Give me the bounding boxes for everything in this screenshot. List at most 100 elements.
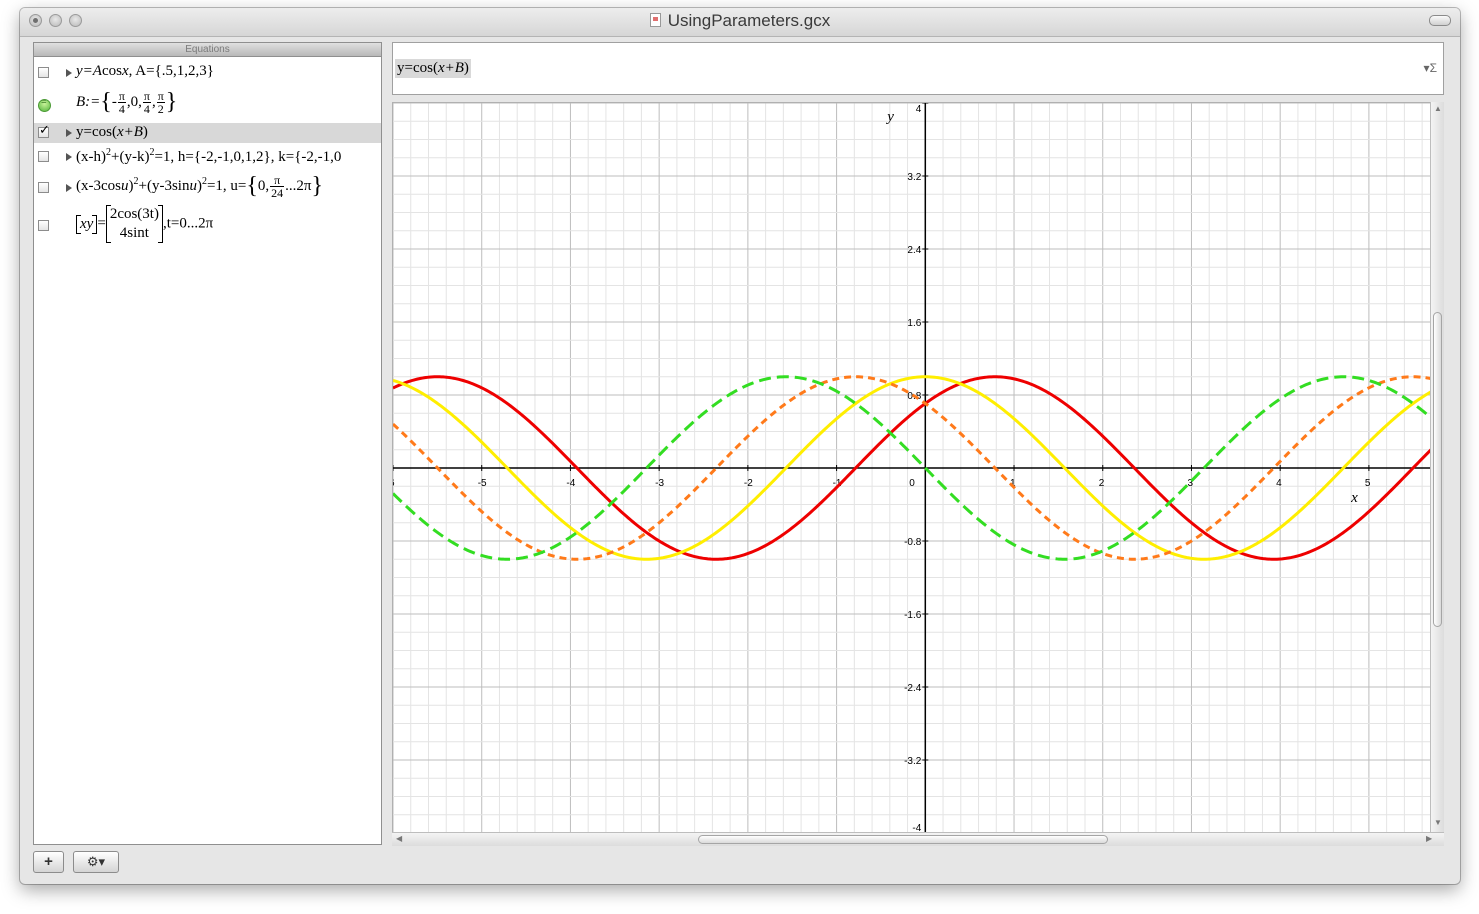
sigma-label: Σ <box>1429 61 1437 75</box>
equation-row-6[interactable]: xy = 2cos(3t) 4sint ,t=0...2π <box>34 205 381 249</box>
y-tick-label: -1.6 <box>904 610 922 621</box>
right-brace: } <box>311 173 324 199</box>
equation-1-checkbox[interactable] <box>38 67 49 78</box>
x-tick-label: 2 <box>1099 478 1105 489</box>
eq5-range: ...2π <box>285 177 312 194</box>
eq5-part-a: (x-3cos <box>76 177 121 194</box>
fraction-1: π4 <box>117 90 126 116</box>
equals-sign: = <box>97 215 106 232</box>
scroll-right-arrow-icon[interactable]: ▶ <box>1426 834 1432 843</box>
equations-panel: Equations y=Acosx, A={.5,1,2,3} B:={-π4,… <box>33 42 382 845</box>
eq5-part-b: +(y-3sin <box>138 177 190 194</box>
eq4-part-c: =1, h={-2,-1,0,1,2}, k={-2,-1,0 <box>154 149 342 165</box>
disclosure-triangle-icon[interactable] <box>66 69 72 77</box>
x-tick-label: 5 <box>1365 478 1371 489</box>
equation-4-text[interactable]: (x-h)2+(y-k)2=1, h={-2,-1,0,1,2}, k={-2,… <box>76 147 341 166</box>
equation-6-checkbox[interactable] <box>38 220 49 231</box>
equation-5-checkbox[interactable] <box>38 182 49 193</box>
matrix-right: 2cos(3t) 4sint <box>105 205 163 243</box>
scroll-up-arrow-icon[interactable]: ▲ <box>1434 104 1442 113</box>
x-tick-label: 4 <box>1276 478 1282 489</box>
equation-6-text[interactable]: xy = 2cos(3t) 4sint ,t=0...2π <box>76 205 213 243</box>
eq1-part-b: cos <box>101 63 122 79</box>
equation-3-checkbox[interactable] <box>38 123 50 138</box>
y-tick-label: -0.8 <box>904 537 922 548</box>
parameter-row-B[interactable]: B:={-π4,0,π4,π2} <box>34 85 381 121</box>
eq5-part-c: =1, u= <box>206 177 247 194</box>
input-eq-var: x+B <box>437 60 464 76</box>
horizontal-scroll-thumb[interactable] <box>698 835 1108 844</box>
graph-canvas[interactable]: 6-5-4-3-2-101234543.22.41.60.8-0.8-1.6-2… <box>392 102 1444 845</box>
y-tick-label: 2.4 <box>907 245 921 256</box>
input-eq-suffix: ) <box>463 60 469 76</box>
vertical-scrollbar[interactable]: ▲ ▼ <box>1430 102 1444 832</box>
eq1-part-d: , A={.5,1,2,3} <box>128 63 214 79</box>
disclosure-triangle-icon[interactable] <box>66 153 72 161</box>
vertical-scroll-thumb[interactable] <box>1433 312 1442 627</box>
fraction-pi-24: π 24 <box>270 174 285 200</box>
matrix-x: x <box>80 215 87 232</box>
fraction-2: π4 <box>142 90 151 116</box>
eq4-part-a: (x-h) <box>76 149 106 165</box>
toolbar-toggle-button[interactable] <box>1429 15 1451 26</box>
input-eq-prefix: y=cos( <box>397 60 438 76</box>
equation-row-1[interactable]: y=Acosx, A={.5,1,2,3} <box>34 61 381 83</box>
frac-den: 4 <box>143 102 150 116</box>
eq3-part-b: x+B <box>116 124 143 140</box>
gear-menu-button[interactable]: ⚙▾ <box>73 851 119 873</box>
eq5-var-u: u <box>121 177 129 194</box>
equations-header: Equations <box>34 43 381 57</box>
parameter-B-text[interactable]: B:={- π 4,0, π 4, π 2} <box>76 89 177 116</box>
add-equation-button[interactable]: + <box>33 851 64 873</box>
scroll-left-arrow-icon[interactable]: ◀ <box>396 834 402 843</box>
x-tick-label: 6 <box>393 478 395 489</box>
equation-row-5[interactable]: (x-3cosu)2+(y-3sinu)2=1, u={0, π 24 ...2π} <box>34 171 381 203</box>
equation-1-text[interactable]: y=Acosx, A={.5,1,2,3} <box>76 63 214 80</box>
equation-input-field[interactable]: y=cos(x+B) ▾Σ <box>392 42 1444 95</box>
equation-row-3[interactable]: y=cos(x+B) <box>34 123 381 143</box>
fraction-3: π2 <box>156 90 165 115</box>
equation-row-4[interactable]: (x-h)2+(y-k)2=1, h={-2,-1,0,1,2}, k={-2,… <box>34 145 381 169</box>
matrix-4sin: 4sint <box>119 225 149 241</box>
disclosure-triangle-icon[interactable] <box>66 129 72 137</box>
y-tick-label: 1.6 <box>907 318 921 329</box>
eq5-var-u: u <box>189 177 197 194</box>
eq3-part-c: ) <box>142 124 148 140</box>
x-axis-label: x <box>1350 490 1358 506</box>
eq1-part-a: y=A <box>76 63 102 79</box>
left-brace: { <box>246 173 258 199</box>
equation-5-text[interactable]: (x-3cosu)2+(y-3sinu)2=1, u={0, π 24 ...2π} <box>76 173 323 200</box>
frac-den: 4 <box>118 102 125 116</box>
t-range: ,t=0...2π <box>162 215 214 232</box>
scroll-down-arrow-icon[interactable]: ▼ <box>1434 818 1442 827</box>
y-tick-label: -3.2 <box>904 756 922 767</box>
eq5-zero: 0, <box>257 177 270 194</box>
x-tick-label: -3 <box>655 478 664 489</box>
param-sep: , <box>151 93 156 110</box>
title-bar[interactable]: UsingParameters.gcx <box>20 8 1460 37</box>
x-tick-label: 0 <box>909 478 915 489</box>
matrix-y: y <box>86 215 94 232</box>
graph-svg[interactable]: 6-5-4-3-2-101234543.22.41.60.8-0.8-1.6-2… <box>393 103 1444 845</box>
x-tick-label: -5 <box>478 478 487 489</box>
y-tick-label: 4 <box>916 104 922 115</box>
param-lhs: B:= <box>76 93 101 110</box>
window-title-text: UsingParameters.gcx <box>667 11 831 30</box>
equation-4-checkbox[interactable] <box>38 151 49 162</box>
parameter-animate-icon[interactable] <box>38 97 51 112</box>
matrix-left: xy <box>76 214 98 234</box>
eq3-part-a: y=cos( <box>76 124 117 140</box>
y-tick-label: 3.2 <box>907 172 921 183</box>
disclosure-triangle-icon[interactable] <box>66 184 72 192</box>
eq1-part-c: x <box>121 63 129 79</box>
frac-den: 24 <box>271 186 284 200</box>
current-equation[interactable]: y=cos(x+B) <box>395 59 471 78</box>
y-tick-label: -2.4 <box>904 683 922 694</box>
right-brace: } <box>165 89 178 115</box>
sigma-icon[interactable]: ▾Σ <box>1424 61 1437 75</box>
horizontal-scrollbar[interactable]: ◀ ▶ <box>392 832 1444 846</box>
x-tick-label: -4 <box>566 478 575 489</box>
window-title: UsingParameters.gcx <box>20 11 1460 31</box>
app-window: UsingParameters.gcx Equations y=Acosx, A… <box>20 8 1460 884</box>
equation-3-text[interactable]: y=cos(x+B) <box>76 124 148 141</box>
